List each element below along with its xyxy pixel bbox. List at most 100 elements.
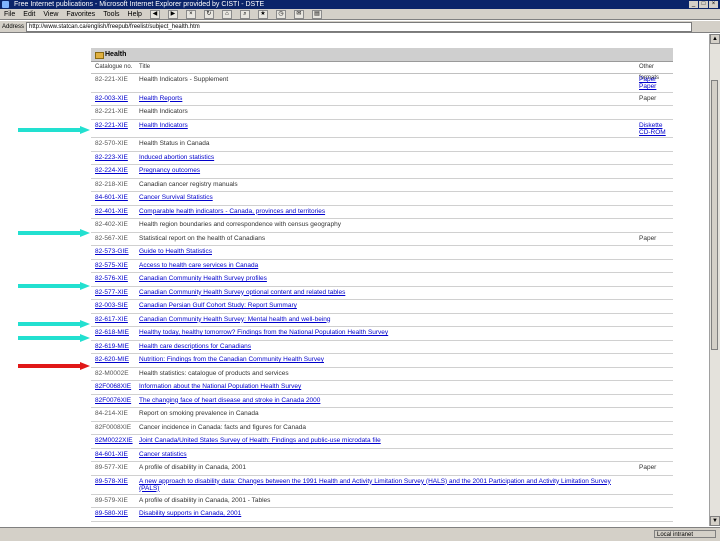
catalogue-number[interactable]: 89-578-XIE bbox=[95, 478, 128, 485]
history-icon[interactable]: ◷ bbox=[275, 9, 286, 19]
catalogue-number: 82-570-XIE bbox=[95, 140, 128, 147]
publication-title[interactable]: Disability supports in Canada, 2001 bbox=[139, 510, 241, 517]
catalogue-number[interactable]: 82-618-MIE bbox=[95, 329, 129, 336]
print-icon[interactable]: ▤ bbox=[311, 9, 322, 19]
publication-title[interactable]: The changing face of heart disease and s… bbox=[139, 397, 320, 404]
catalogue-number[interactable]: 82-221-XIE bbox=[95, 122, 128, 129]
catalogue-number[interactable]: 82-577-XIE bbox=[95, 289, 128, 296]
catalogue-number[interactable]: 82-003-XIE bbox=[95, 95, 128, 102]
publication-title[interactable]: Comparable health indicators - Canada, p… bbox=[139, 208, 325, 215]
publication-title[interactable]: Joint Canada/United States Survey of Hea… bbox=[139, 437, 381, 444]
table-row: 82F0068XIE Information about the National… bbox=[91, 381, 673, 395]
publication-title: Canadian cancer registry manuals bbox=[139, 180, 238, 188]
publication-title[interactable]: Information about the National Populatio… bbox=[139, 383, 301, 390]
scroll-up-icon[interactable]: ▲ bbox=[710, 34, 720, 44]
catalogue-number: 84-214-XIE bbox=[95, 410, 128, 417]
publication-title[interactable]: Guide to Health Statistics bbox=[139, 248, 212, 255]
minimize-button[interactable]: _ bbox=[689, 1, 698, 8]
catalogue-number[interactable]: 84-601-XIE bbox=[95, 194, 128, 201]
col-title: Title bbox=[139, 64, 151, 70]
other-format[interactable]: Diskette bbox=[639, 122, 662, 129]
address-input[interactable]: http://www.statcan.ca/english/freepub/fr… bbox=[26, 21, 692, 32]
publication-title[interactable]: Health care descriptions for Canadians bbox=[139, 343, 251, 350]
table-row: 82F0076XIE The changing face of heart dis… bbox=[91, 395, 673, 408]
catalogue-number[interactable]: 84-601-XIE bbox=[95, 451, 128, 458]
menu-edit[interactable]: Edit bbox=[23, 11, 35, 18]
catalogue-number[interactable]: 82-575-XIE bbox=[95, 262, 128, 269]
catalogue-number[interactable]: 82-619-MIE bbox=[95, 343, 129, 350]
catalogue-number[interactable]: 82-620-MIE bbox=[95, 356, 129, 363]
catalogue-number[interactable]: 82-573-GIE bbox=[95, 248, 129, 255]
catalogue-number[interactable]: 82-576-XIE bbox=[95, 275, 128, 282]
publication-title[interactable]: Health Indicators bbox=[139, 122, 188, 129]
catalogue-number[interactable]: 89-580-XIE bbox=[95, 510, 128, 517]
refresh-icon[interactable]: ↻ bbox=[203, 9, 214, 19]
scroll-down-icon[interactable]: ▼ bbox=[710, 516, 720, 526]
section-title: Health bbox=[105, 51, 127, 58]
publication-title[interactable]: A new approach to disability data: Chang… bbox=[139, 478, 629, 492]
search-icon[interactable]: ⌕ bbox=[239, 9, 250, 19]
catalogue-number[interactable]: 82F0076XIE bbox=[95, 397, 131, 404]
publication-title[interactable]: Nutrition: Findings from the Canadian Co… bbox=[139, 356, 324, 363]
catalogue-number[interactable]: 82-003-SIE bbox=[95, 302, 128, 309]
publication-title[interactable]: Healthy today, healthy tomorrow? Finding… bbox=[139, 329, 388, 336]
forward-icon[interactable]: ▶ bbox=[167, 9, 178, 19]
table-row: 84-601-XIE Cancer statistics bbox=[91, 449, 673, 462]
table-row: 82-221-XIE Health Indicators - Supplement… bbox=[91, 74, 673, 93]
publication-title: Health statistics: catalogue of products… bbox=[139, 369, 289, 377]
menu-view[interactable]: View bbox=[43, 11, 58, 18]
catalogue-number: 82-221-XIE bbox=[95, 76, 128, 83]
maximize-button[interactable]: □ bbox=[699, 1, 708, 8]
table-row: 82-575-XIE Access to health care services… bbox=[91, 260, 673, 273]
scroll-thumb[interactable] bbox=[711, 80, 718, 350]
close-button[interactable]: × bbox=[709, 1, 718, 8]
catalogue-number[interactable]: 82-617-XIE bbox=[95, 316, 128, 323]
catalogue-number: 82-218-XIE bbox=[95, 180, 128, 188]
table-row: 89-578-XIE A new approach to disability d… bbox=[91, 476, 673, 495]
security-zone: Local intranet bbox=[654, 530, 716, 538]
publication-title[interactable]: Canadian Community Health Survey: Mental… bbox=[139, 316, 331, 323]
publication-title[interactable]: Cancer Survival Statistics bbox=[139, 194, 213, 201]
table-row: 82-617-XIE Canadian Community Health Surv… bbox=[91, 314, 673, 327]
table-row: 82-221-XIE Health Indicators Diskette CD-RO… bbox=[91, 120, 673, 138]
table-row: 82-567-XIE Statistical report on the heal… bbox=[91, 233, 673, 246]
vertical-scrollbar[interactable]: ▲ ▼ bbox=[709, 34, 720, 526]
publication-title[interactable]: Canadian Persian Gulf Cohort Study: Repo… bbox=[139, 302, 297, 309]
catalogue-number[interactable]: 82-224-XIE bbox=[95, 167, 128, 174]
menu-help[interactable]: Help bbox=[128, 11, 142, 18]
catalogue-number[interactable]: 82-401-XIE bbox=[95, 208, 128, 215]
publication-title[interactable]: Induced abortion statistics bbox=[139, 154, 214, 161]
arrow-head bbox=[80, 362, 90, 370]
publication-title[interactable]: Access to health care services in Canada bbox=[139, 262, 258, 269]
back-icon[interactable]: ◀ bbox=[149, 9, 160, 19]
cyan-arrow-icon bbox=[18, 126, 90, 134]
menu-file[interactable]: File bbox=[4, 11, 15, 18]
table-row: 82-619-MIE Health care descriptions for C… bbox=[91, 341, 673, 354]
other-format: Paper bbox=[639, 234, 657, 242]
menu-favorites[interactable]: Favorites bbox=[66, 11, 95, 18]
catalogue-number[interactable]: 82M0022XIE bbox=[95, 437, 133, 444]
publication-title[interactable]: Health Reports bbox=[139, 95, 182, 102]
table-row: 82-M0002E Health statistics: catalogue of… bbox=[91, 368, 673, 381]
mail-icon[interactable]: ✉ bbox=[293, 9, 304, 19]
catalogue-number: 82-567-XIE bbox=[95, 234, 128, 242]
stop-icon[interactable]: × bbox=[185, 9, 196, 19]
column-headers: Catalogue no. Title Other formats bbox=[91, 62, 673, 81]
menu-bar: File Edit View Favorites Tools Help ◀ ▶ … bbox=[0, 9, 720, 20]
table-row: 82-221-XIE Health Indicators bbox=[91, 106, 673, 120]
catalogue-number[interactable]: 82F0068XIE bbox=[95, 383, 131, 390]
publication-title[interactable]: Canadian Community Health Survey profile… bbox=[139, 275, 267, 282]
home-icon[interactable]: ⌂ bbox=[221, 9, 232, 19]
arrow-head bbox=[80, 126, 90, 134]
menu-tools[interactable]: Tools bbox=[103, 11, 119, 18]
favorites-icon[interactable]: ★ bbox=[257, 9, 268, 19]
publication-title[interactable]: Cancer statistics bbox=[139, 451, 187, 458]
other-format-secondary[interactable]: CD-ROM bbox=[639, 129, 666, 136]
publication-title[interactable]: Canadian Community Health Survey optiona… bbox=[139, 289, 345, 296]
catalogue-number[interactable]: 82-223-XIE bbox=[95, 154, 128, 161]
window-title: Free Internet publications - Microsoft I… bbox=[14, 1, 265, 8]
publication-title[interactable]: Pregnancy outcomes bbox=[139, 167, 200, 174]
other-format[interactable]: Paper bbox=[639, 76, 656, 83]
other-format-secondary[interactable]: Paper bbox=[639, 83, 656, 90]
window-controls: _ □ × bbox=[689, 1, 718, 8]
